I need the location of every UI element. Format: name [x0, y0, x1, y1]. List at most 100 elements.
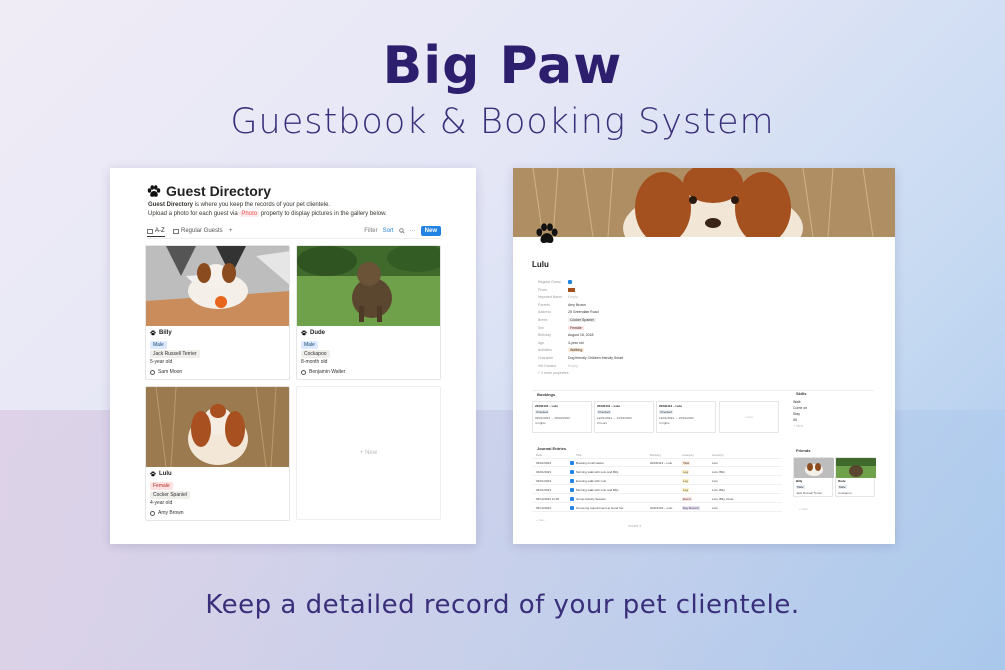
property-row[interactable]: Breed Cocker Spaniel — [532, 318, 692, 324]
age-text: 8-month old — [301, 359, 328, 365]
property-key: Character — [538, 356, 554, 360]
checkbox-icon[interactable] — [570, 497, 574, 501]
guest-name: Dude — [301, 330, 325, 336]
owner-name: Sam Moon — [158, 369, 183, 375]
person-icon — [301, 369, 306, 375]
search-icon[interactable] — [398, 228, 405, 234]
photo-tag: Photo — [239, 211, 260, 217]
friend-card-dude[interactable]: Dude Male Cockapoo — [835, 457, 876, 497]
property-value: Amy Brown — [568, 302, 586, 307]
journal-row[interactable]: 03/01/2023 Morning walk with Lulu and Bil… — [532, 469, 782, 476]
journal-row[interactable]: 03/01/2023 Evening walk with Lulu Log Lulu — [532, 478, 782, 485]
property-key: Age — [538, 340, 545, 345]
property-key: Regular Guest — [538, 280, 561, 284]
property-row[interactable]: Vet Contact Empty — [532, 364, 692, 370]
property-row[interactable]: Character Dog friendly Children friendly … — [532, 356, 692, 362]
guest-name-text: Dude — [310, 330, 325, 336]
desc-rest: is where you keep the records of your pe… — [193, 202, 331, 208]
property-value: 25 Greendale Road — [568, 310, 599, 315]
guest-photo — [297, 246, 440, 326]
booking-card[interactable]: 20230113 – Lulu Checked 13/01/2023 → 15/01… — [656, 401, 716, 433]
journal-title: Morning walk with Lulu and Billy — [576, 488, 619, 492]
journal-date: 03/01/2023 — [536, 470, 552, 474]
journal-new-button[interactable]: + New — [536, 518, 545, 522]
gender-badge: Male — [301, 341, 318, 349]
more-options-button[interactable]: ··· — [410, 228, 416, 234]
property-row[interactable]: Birthday August 18, 2018 — [532, 333, 692, 339]
friend-gender: Male — [838, 485, 847, 489]
person-icon — [150, 369, 155, 375]
checkbox-icon[interactable] — [570, 461, 574, 465]
checkbox-icon[interactable] — [570, 479, 574, 483]
skills-new-button[interactable]: + New — [793, 424, 877, 428]
journal-row[interactable]: 05/12/2022 Grooming Appointment at Good V… — [532, 505, 782, 512]
guest-card-dude[interactable]: Dude Male Cockapoo 8-month old Benjamin … — [296, 245, 441, 380]
checkbox-icon[interactable] — [570, 506, 574, 510]
gallery-icon — [147, 228, 153, 234]
brand-title: Big Paw — [382, 36, 623, 96]
desc-line2-b: property to display pictures in the gall… — [260, 211, 387, 217]
friend-name: Billy — [796, 479, 803, 483]
new-card-button[interactable]: + New — [296, 386, 441, 520]
journal-date: 04/01/2023 — [536, 488, 552, 492]
bookings-new-button[interactable]: + New — [719, 401, 779, 433]
view-actions: Filter Sort ··· New — [364, 226, 441, 236]
friends-new-button[interactable]: + New — [799, 507, 808, 511]
property-key: Birthday — [538, 333, 551, 338]
journal-title: Journal Entries — [537, 446, 567, 451]
booking-card[interactable]: 20230104 – Lulu Checked 03/01/2023 → 05/01… — [532, 401, 592, 433]
checkbox-icon[interactable] — [570, 488, 574, 492]
property-row[interactable]: Parents Amy Brown — [532, 303, 692, 309]
sort-button[interactable]: Sort — [383, 228, 394, 234]
journal-guests: Lulu, Billy — [712, 488, 725, 492]
checkbox-icon[interactable] — [570, 470, 574, 474]
guest-card-lulu[interactable]: Lulu Female Cocker Spaniel 4-year old Am… — [145, 386, 290, 521]
paw-icon — [150, 330, 156, 336]
booking-card[interactable]: 20230101 – Lulu Checked 12/01/2023 → 12/01… — [594, 401, 654, 433]
property-key: Imported Name — [538, 295, 563, 300]
property-row[interactable]: Regular Guest — [532, 280, 692, 286]
guest-detail-screenshot: Lulu Regular Guest Photo Imported Name Empt… — [513, 168, 895, 544]
more-props-label: + 3 more properties — [538, 371, 569, 375]
friend-card-billy[interactable]: Billy Male Jack Russell Terrier — [793, 457, 834, 497]
owner: Amy Brown — [150, 510, 184, 516]
gender-badge: Female — [150, 482, 173, 490]
property-row[interactable]: Activities Walking — [532, 348, 692, 354]
property-row[interactable]: Photo — [532, 287, 692, 294]
journal-category: Log — [682, 470, 690, 474]
guest-name-text: Lulu — [159, 471, 172, 477]
journal-guests: Lulu — [712, 506, 718, 510]
property-value: Female — [568, 325, 584, 330]
person-icon — [150, 510, 155, 516]
col-category: Category — [682, 453, 695, 457]
booking-dates: 13/01/2023 → 15/01/2023 — [659, 416, 694, 420]
property-row[interactable]: Sex Female — [532, 325, 692, 332]
property-row[interactable]: Address 25 Greendale Road — [532, 310, 692, 316]
desc-line2-a: Upload a photo for each guest via — [148, 211, 240, 217]
property-value: Empty — [568, 363, 578, 368]
journal-date: 03/01/2023 — [536, 461, 552, 465]
friend-name: Dude — [838, 479, 846, 483]
property-key: Parents — [538, 302, 551, 307]
tab-label: A-Z — [155, 228, 165, 234]
tab-a-z[interactable]: A-Z — [147, 228, 165, 237]
col-title: Title — [576, 453, 582, 457]
paw-icon — [301, 330, 307, 336]
age-text: 4-year old — [150, 500, 173, 506]
bookings-section — [532, 390, 874, 391]
more-properties[interactable]: + 3 more properties — [532, 371, 692, 377]
property-row[interactable]: Age 4-year old — [532, 341, 692, 347]
journal-row[interactable]: 04/01/2023 Morning walk with Lulu and Bil… — [532, 487, 782, 494]
journal-row[interactable]: 05/12/2022 11:00 Group Activity Session Ev… — [532, 496, 782, 503]
journal-row[interactable]: 03/01/2023 Booking confirmation 20230113 –… — [532, 460, 782, 467]
booking-dates: 03/01/2023 → 05/01/2023 — [535, 416, 570, 420]
filter-button[interactable]: Filter — [364, 228, 377, 234]
booking-title: 20230104 – Lulu — [535, 404, 559, 408]
owner: Benjamin Walter — [301, 369, 346, 375]
add-view-button[interactable]: + — [229, 228, 233, 234]
guest-card-billy[interactable]: Billy Male Jack Russell Terrier 5-year o… — [145, 245, 290, 380]
property-row[interactable]: Imported Name Empty — [532, 295, 692, 301]
new-button[interactable]: New — [420, 226, 441, 236]
journal-category: Log — [682, 479, 690, 483]
tab-regular-guests[interactable]: Regular Guests — [173, 228, 223, 234]
